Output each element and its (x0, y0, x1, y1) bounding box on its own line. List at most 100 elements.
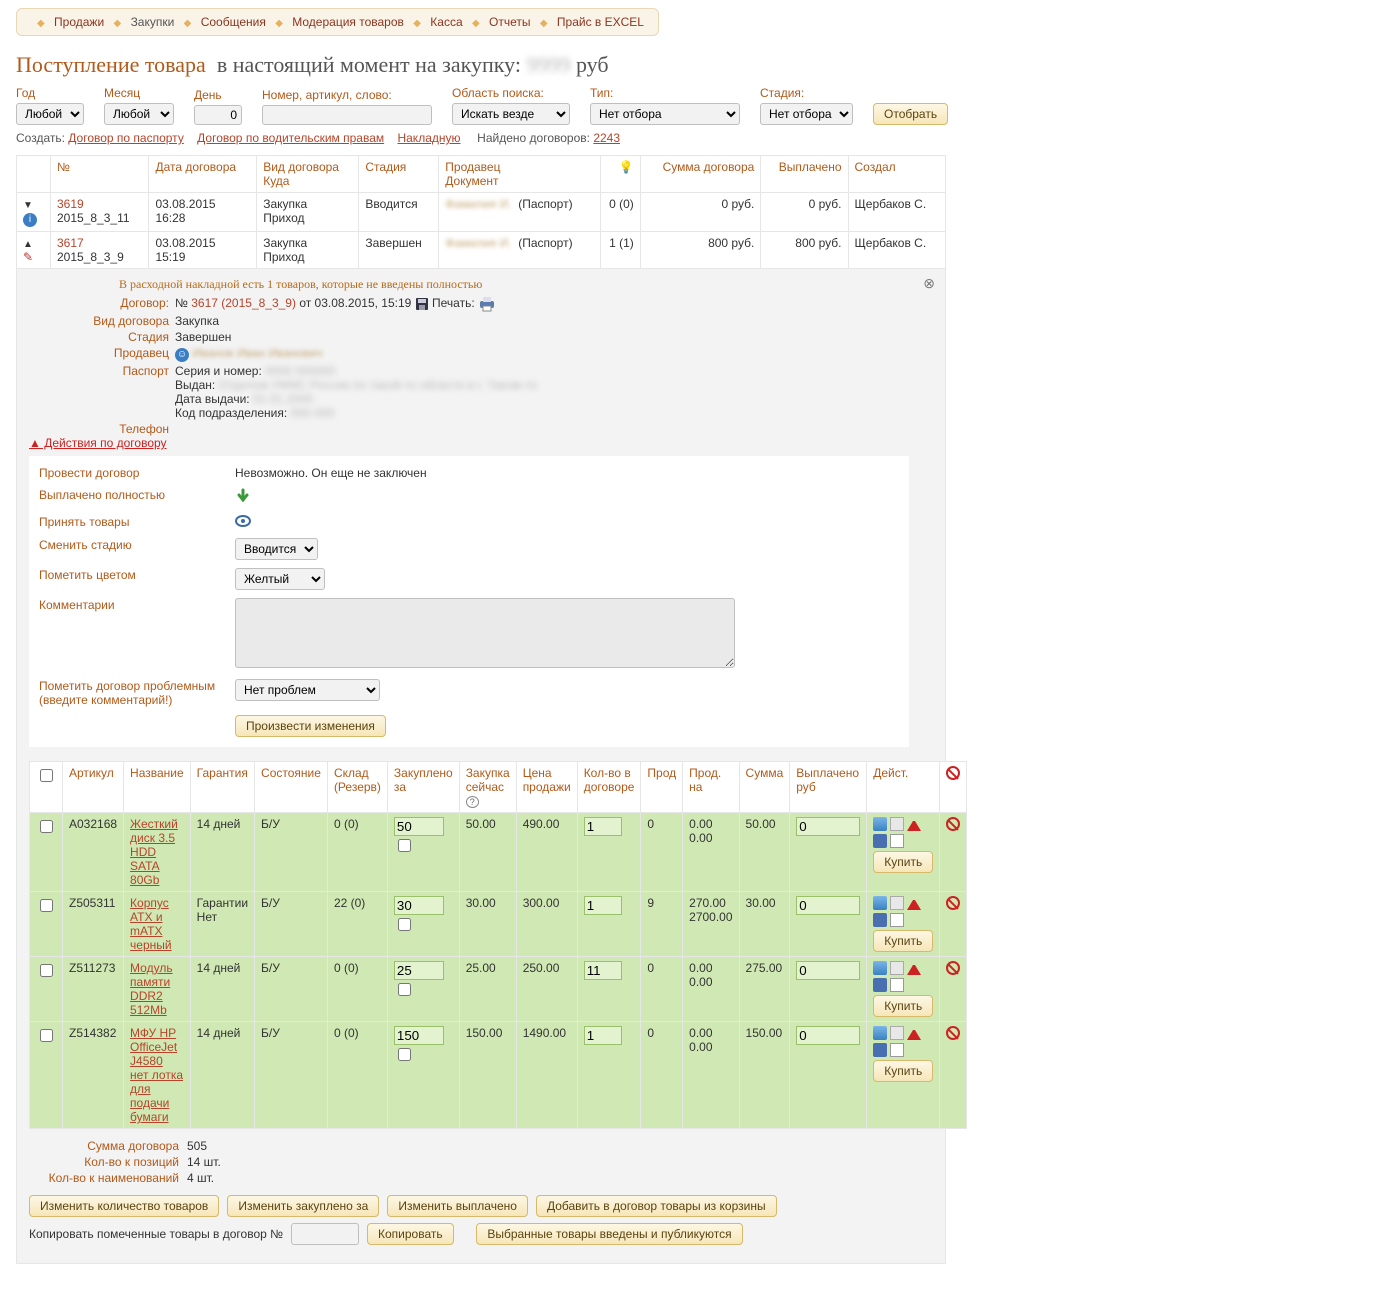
change-stage-select[interactable]: Вводится (235, 538, 318, 560)
monitor-icon[interactable] (873, 961, 887, 975)
row-checkbox[interactable] (40, 964, 53, 977)
bought-input[interactable] (394, 817, 444, 836)
monitor-icon[interactable] (873, 1026, 887, 1040)
item-name-link[interactable]: Модуль памяти DDR2 512Mb (130, 961, 173, 1017)
stage-select[interactable]: Нет отбора (760, 103, 853, 125)
monitor-icon[interactable] (873, 896, 887, 910)
owner-icon[interactable] (873, 978, 887, 992)
publish-button[interactable]: Выбранные товары введены и публикуются (476, 1223, 742, 1245)
help-icon[interactable]: ? (466, 796, 479, 808)
edit-icon[interactable] (890, 1026, 904, 1040)
bulk-paid-button[interactable]: Изменить выплачено (387, 1195, 528, 1217)
info-icon[interactable]: i (23, 213, 37, 227)
arrow-up-icon[interactable] (907, 896, 921, 910)
ban-icon[interactable] (946, 1026, 960, 1040)
create-invoice-link[interactable]: Накладную (397, 131, 460, 145)
row-checkbox[interactable] (40, 1029, 53, 1042)
bought-check[interactable] (398, 839, 411, 852)
bulk-add-cart-button[interactable]: Добавить в договор товары из корзины (536, 1195, 777, 1217)
qty-input[interactable] (584, 896, 622, 915)
paid-input[interactable] (796, 961, 860, 980)
expand-icon[interactable]: ▲ (23, 239, 33, 250)
bulk-qty-button[interactable]: Изменить количество товаров (29, 1195, 219, 1217)
apply-changes-button[interactable]: Произвести изменения (235, 715, 386, 737)
buy-button[interactable]: Купить (873, 930, 933, 952)
type-select[interactable]: Нет отбора (590, 103, 740, 125)
problem-select[interactable]: Нет проблем (235, 679, 380, 701)
delete-icon[interactable] (890, 913, 904, 927)
delete-icon[interactable] (890, 1043, 904, 1057)
ban-icon[interactable] (946, 961, 960, 975)
monitor-icon[interactable] (873, 817, 887, 831)
color-select[interactable]: Желтый (235, 568, 325, 590)
copy-target-input[interactable] (291, 1223, 359, 1245)
select-all-checkbox[interactable] (40, 769, 53, 782)
contract-link[interactable]: 3617 (2015_8_3_9) (191, 296, 296, 310)
year-select[interactable]: Любой (16, 103, 84, 125)
bulk-bought-button[interactable]: Изменить закуплено за (227, 1195, 379, 1217)
item-name-link[interactable]: МФУ HP OfficeJet J4580 нет лотка для под… (130, 1026, 183, 1124)
bought-check[interactable] (398, 918, 411, 931)
nav-reports[interactable]: Отчеты (489, 15, 530, 29)
contract-actions-toggle[interactable]: ▲ Действия по договору (29, 436, 167, 450)
delete-icon[interactable] (890, 834, 904, 848)
comment-textarea[interactable] (235, 598, 735, 668)
nav-messages[interactable]: Сообщения (201, 15, 266, 29)
scope-select[interactable]: Искать везде (452, 103, 570, 125)
user-icon: ☺ (175, 348, 189, 362)
paid-input[interactable] (796, 817, 860, 836)
bought-check[interactable] (398, 983, 411, 996)
arrow-up-icon[interactable] (907, 961, 921, 975)
nav-cash[interactable]: Касса (430, 15, 462, 29)
item-name-link[interactable]: Корпус ATX и mATX черный (130, 896, 172, 952)
filter-submit-button[interactable]: Отобрать (873, 103, 948, 125)
qty-input[interactable] (584, 961, 622, 980)
save-disk-icon[interactable] (415, 297, 429, 311)
nav-sales[interactable]: Продажи (54, 15, 104, 29)
arrow-up-icon[interactable] (907, 1026, 921, 1040)
paid-input[interactable] (796, 896, 860, 915)
ban-icon[interactable] (946, 896, 960, 910)
item-row: Z505311Корпус ATX и mATX черныйГарантии … (30, 892, 967, 957)
delete-icon[interactable] (890, 978, 904, 992)
search-input[interactable] (262, 105, 432, 125)
found-count[interactable]: 2243 (593, 131, 620, 145)
create-license-link[interactable]: Договор по водительским правам (197, 131, 384, 145)
bought-check[interactable] (398, 1048, 411, 1061)
eye-icon[interactable] (235, 515, 251, 527)
bought-input[interactable] (394, 896, 444, 915)
contract-num-link[interactable]: 3617 (57, 236, 84, 250)
copy-button[interactable]: Копировать (367, 1223, 454, 1245)
qty-input[interactable] (584, 817, 622, 836)
expand-icon[interactable]: ▼ (23, 200, 33, 211)
item-name-link[interactable]: Жесткий диск 3.5 HDD SATA 80Gb (130, 817, 178, 887)
ban-icon[interactable] (946, 817, 960, 831)
doc-icon[interactable]: ✎ (23, 250, 33, 264)
nav-purchases[interactable]: Закупки (131, 15, 175, 29)
close-icon[interactable]: ⊗ (923, 275, 935, 292)
nav-moderation[interactable]: Модерация товаров (292, 15, 404, 29)
nav-excel[interactable]: Прайс в EXCEL (557, 15, 644, 29)
buy-button[interactable]: Купить (873, 851, 933, 873)
month-select[interactable]: Любой (104, 103, 174, 125)
owner-icon[interactable] (873, 913, 887, 927)
edit-icon[interactable] (890, 817, 904, 831)
arrow-up-icon[interactable] (907, 817, 921, 831)
buy-button[interactable]: Купить (873, 1060, 933, 1082)
qty-input[interactable] (584, 1026, 622, 1045)
edit-icon[interactable] (890, 961, 904, 975)
owner-icon[interactable] (873, 834, 887, 848)
contract-num-link[interactable]: 3619 (57, 197, 84, 211)
row-checkbox[interactable] (40, 899, 53, 912)
edit-icon[interactable] (890, 896, 904, 910)
bought-input[interactable] (394, 1026, 444, 1045)
day-input[interactable] (194, 105, 242, 125)
create-passport-link[interactable]: Договор по паспорту (68, 131, 184, 145)
arrow-down-green-icon[interactable] (235, 488, 251, 504)
buy-button[interactable]: Купить (873, 995, 933, 1017)
owner-icon[interactable] (873, 1043, 887, 1057)
row-checkbox[interactable] (40, 820, 53, 833)
paid-input[interactable] (796, 1026, 860, 1045)
printer-icon[interactable] (478, 296, 496, 312)
bought-input[interactable] (394, 961, 444, 980)
